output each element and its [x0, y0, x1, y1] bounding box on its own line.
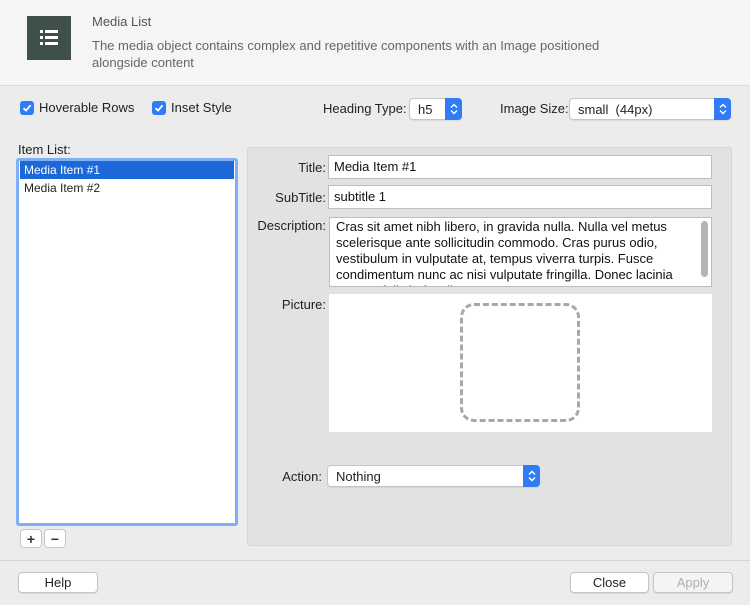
close-button[interactable]: Close — [570, 572, 649, 593]
description-textarea[interactable]: Cras sit amet nibh libero, in gravida nu… — [329, 217, 712, 287]
checkmark-icon — [152, 100, 166, 115]
description-label: Description: — [257, 218, 326, 233]
image-placeholder-icon — [460, 303, 580, 422]
image-size-value: small (44px) — [578, 101, 653, 117]
remove-item-button[interactable]: − — [44, 529, 66, 548]
picture-label: Picture: — [281, 297, 326, 312]
description-scrollbar[interactable] — [701, 221, 708, 277]
inset-style-checkbox[interactable]: Inset Style — [152, 100, 232, 115]
up-down-arrows-icon — [445, 98, 462, 120]
list-icon — [27, 16, 71, 60]
inset-style-label: Inset Style — [171, 100, 232, 115]
item-list-label: Item List: — [18, 142, 71, 157]
heading-type-select[interactable]: h5 — [409, 98, 462, 120]
action-value: Nothing — [336, 468, 381, 484]
header-description: The media object contains complex and re… — [92, 38, 600, 70]
heading-type-label: Heading Type: — [323, 101, 407, 116]
picture-well[interactable] — [329, 294, 712, 432]
help-button[interactable]: Help — [18, 572, 98, 593]
checkmark-icon — [20, 100, 34, 115]
item-list[interactable]: Media Item #1 Media Item #2 — [16, 158, 238, 526]
action-select[interactable]: Nothing — [327, 465, 540, 487]
add-item-button[interactable]: + — [20, 529, 42, 548]
heading-type-value: h5 — [418, 101, 433, 117]
subtitle-field[interactable]: subtitle 1 — [328, 185, 712, 209]
list-item[interactable]: Media Item #2 — [20, 179, 234, 197]
hoverable-rows-checkbox[interactable]: Hoverable Rows — [20, 100, 134, 115]
title-field[interactable]: Media Item #1 — [328, 155, 712, 179]
action-label: Action: — [282, 469, 322, 484]
description-text: Cras sit amet nibh libero, in gravida nu… — [336, 219, 673, 286]
apply-button[interactable]: Apply — [653, 572, 733, 593]
up-down-arrows-icon — [714, 98, 731, 120]
image-size-select[interactable]: small (44px) — [569, 98, 731, 120]
title-label: Title: — [298, 160, 326, 175]
subtitle-label: SubTitle: — [275, 190, 326, 205]
header: Media List The media object contains com… — [0, 0, 750, 86]
hoverable-rows-label: Hoverable Rows — [39, 100, 135, 115]
footer-divider — [0, 560, 750, 561]
list-item[interactable]: Media Item #1 — [20, 161, 234, 179]
up-down-arrows-icon — [523, 465, 540, 487]
image-size-label: Image Size: — [500, 101, 569, 116]
header-title: Media List — [92, 14, 152, 29]
